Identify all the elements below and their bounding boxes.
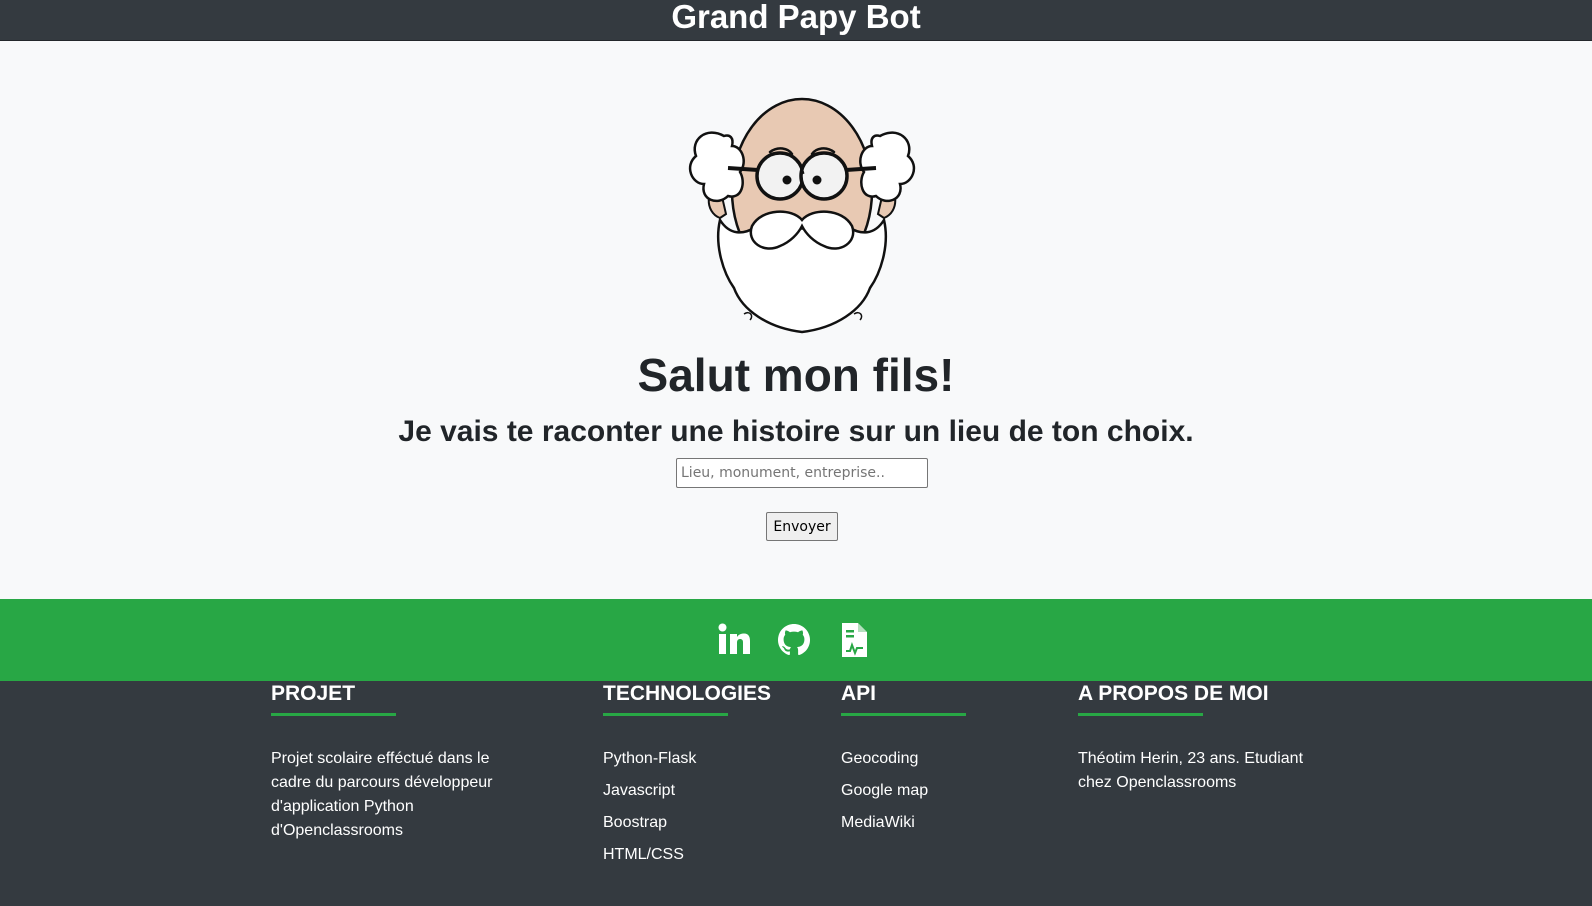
heading-underline bbox=[271, 713, 396, 716]
api-link-mediawiki[interactable]: MediaWiki bbox=[841, 814, 915, 831]
grandpa-mascot-image bbox=[688, 97, 916, 334]
list-item[interactable]: Google map bbox=[841, 779, 1041, 803]
document-icon[interactable] bbox=[836, 621, 872, 659]
list-item[interactable]: HTML/CSS bbox=[603, 843, 803, 867]
list-item[interactable]: Boostrap bbox=[603, 811, 803, 835]
social-links-bar bbox=[0, 599, 1592, 681]
footer-heading-technologies: Technologies bbox=[603, 682, 772, 705]
technology-link-javascript[interactable]: Javascript bbox=[603, 782, 675, 799]
linkedin-icon[interactable] bbox=[716, 621, 752, 659]
list-item[interactable]: Javascript bbox=[603, 779, 803, 803]
brand-title[interactable]: Grand Papy Bot bbox=[0, 0, 1592, 36]
api-link-google-map[interactable]: Google map bbox=[841, 782, 928, 799]
send-button[interactable]: Envoyer bbox=[766, 512, 838, 541]
page-footer: Projet Projet scolaire efféctué dans le … bbox=[0, 681, 1592, 906]
main-section: Salut mon fils! Je vais te raconter une … bbox=[0, 41, 1592, 599]
footer-heading-api: API bbox=[841, 682, 877, 705]
technology-link-python-flask[interactable]: Python-Flask bbox=[603, 750, 696, 767]
heading-underline bbox=[603, 713, 728, 716]
social-icons bbox=[716, 621, 872, 659]
footer-column-about: A propos de moi Théotim Herin, 23 ans. E… bbox=[1078, 681, 1318, 795]
footer-heading-about: A propos de moi bbox=[1078, 682, 1269, 705]
technology-link-html-css[interactable]: HTML/CSS bbox=[603, 846, 684, 863]
heading-underline bbox=[841, 713, 966, 716]
technology-link-bootstrap[interactable]: Boostrap bbox=[603, 814, 667, 831]
api-link-geocoding[interactable]: Geocoding bbox=[841, 750, 918, 767]
footer-column-projet: Projet Projet scolaire efféctué dans le … bbox=[271, 681, 511, 843]
footer-heading-projet: Projet bbox=[271, 682, 356, 705]
about-description: Théotim Herin, 23 ans. Etudiant chez Ope… bbox=[1078, 750, 1304, 791]
technologies-list: Python-Flask Javascript Boostrap HTML/CS… bbox=[603, 747, 803, 867]
top-navbar: Grand Papy Bot bbox=[0, 0, 1592, 41]
github-icon[interactable] bbox=[776, 621, 812, 659]
footer-column-api: API Geocoding Google map MediaWiki bbox=[841, 681, 1041, 843]
api-list: Geocoding Google map MediaWiki bbox=[841, 747, 1041, 835]
list-item[interactable]: Python-Flask bbox=[603, 747, 803, 771]
place-search-input[interactable] bbox=[676, 458, 928, 488]
subtitle-heading: Je vais te raconter une histoire sur un … bbox=[398, 415, 1194, 448]
footer-column-technologies: Technologies Python-Flask Javascript Boo… bbox=[603, 681, 803, 875]
heading-underline bbox=[1078, 713, 1203, 716]
list-item[interactable]: Geocoding bbox=[841, 747, 1041, 771]
projet-description: Projet scolaire efféctué dans le cadre d… bbox=[271, 750, 493, 839]
greeting-heading: Salut mon fils! bbox=[637, 349, 955, 401]
list-item[interactable]: MediaWiki bbox=[841, 811, 1041, 835]
